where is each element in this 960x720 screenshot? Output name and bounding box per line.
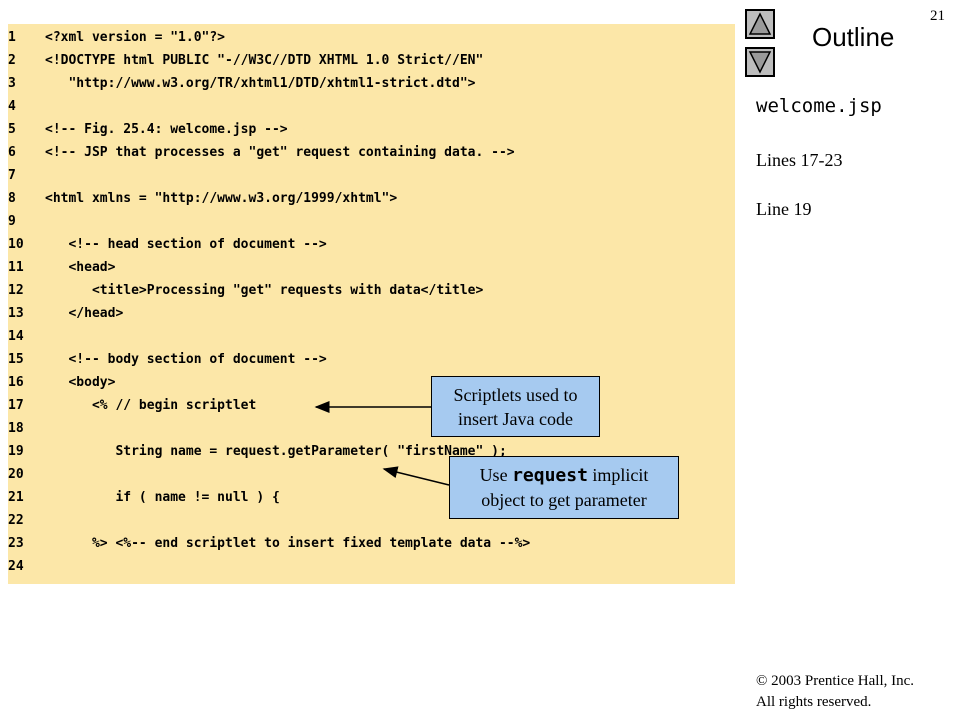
request-arrow bbox=[382, 466, 450, 486]
request-callout: Use request implicit object to get param… bbox=[449, 456, 679, 519]
rights-text: All rights reserved. bbox=[756, 694, 872, 710]
request-callout-line2: object to get parameter bbox=[481, 490, 647, 510]
request-callout-code: request bbox=[512, 465, 588, 486]
scriptlets-callout: Scriptlets used to insert Java code bbox=[431, 376, 600, 437]
callout-arrows bbox=[314, 401, 450, 486]
scriptlets-callout-line2: insert Java code bbox=[458, 409, 573, 429]
request-callout-prefix: Use bbox=[479, 465, 513, 485]
copyright-text: © 2003 Prentice Hall, Inc. bbox=[756, 673, 915, 689]
scriptlets-callout-line1: Scriptlets used to bbox=[453, 385, 578, 405]
request-callout-suffix: implicit bbox=[587, 465, 649, 485]
copyright-notice: © 2003 Prentice Hall, Inc. All rights re… bbox=[756, 671, 914, 713]
request-callout-line1: Use request implicit bbox=[450, 463, 678, 488]
